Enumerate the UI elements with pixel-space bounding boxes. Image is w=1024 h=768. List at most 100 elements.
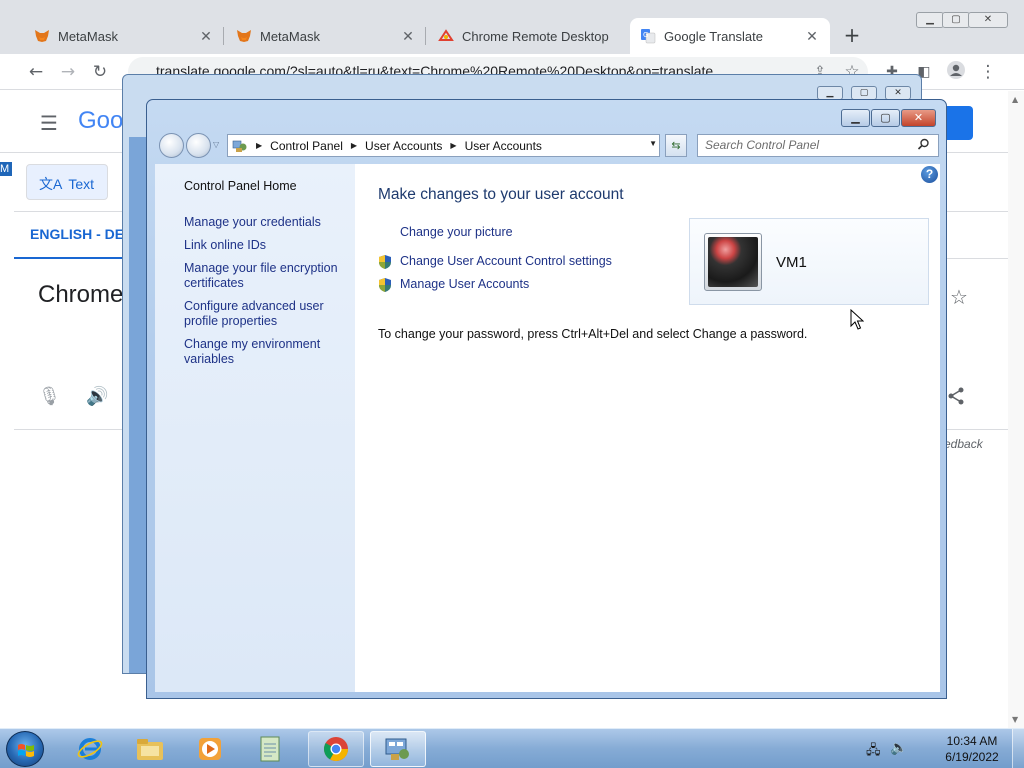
back-button[interactable] <box>159 133 184 158</box>
maximize-button[interactable]: ▢ <box>871 109 900 127</box>
tab-title: MetaMask <box>58 28 118 44</box>
translate-icon: 文A <box>39 176 63 192</box>
text-mode-tab[interactable]: 文A Text <box>26 164 108 200</box>
breadcrumb-user-accounts[interactable]: User Accounts <box>365 139 442 153</box>
tab-title: Chrome Remote Desktop <box>462 28 609 44</box>
system-clock[interactable]: 10:34 AM 6/19/2022 <box>930 733 1014 765</box>
send-feedback-link[interactable]: edback <box>944 437 983 451</box>
page-scrollbar[interactable]: ▲ ▼ <box>1008 91 1024 728</box>
reload-icon[interactable]: ↻ <box>88 60 112 84</box>
control-panel-icon <box>232 139 248 153</box>
help-icon[interactable]: ? <box>921 166 938 183</box>
close-icon[interactable]: ✕ <box>400 28 416 45</box>
chrome-remote-desktop-icon <box>438 28 454 44</box>
maximize-button[interactable]: ▢ <box>851 86 877 100</box>
user-name: VM1 <box>776 254 807 271</box>
breadcrumb-user-accounts-current[interactable]: User Accounts <box>465 139 542 153</box>
refresh-icon[interactable]: ⇆ <box>665 134 687 157</box>
notepad-icon[interactable] <box>242 731 298 767</box>
link-online-ids-link[interactable]: Link online IDs <box>184 238 349 253</box>
windows-explorer-icon[interactable] <box>122 731 178 767</box>
breadcrumb-control-panel[interactable]: Control Panel <box>270 139 343 153</box>
control-panel-window: ▁ ▢ ✕ ▽ ▶ Control Panel ▶ User Accounts … <box>146 99 947 699</box>
maximize-button[interactable]: ▢ <box>942 12 970 28</box>
save-star-icon[interactable]: ☆ <box>950 285 968 309</box>
minimize-button[interactable]: ▁ <box>841 109 870 127</box>
uac-shield-icon <box>379 278 391 292</box>
turntable-picture-icon <box>708 237 758 287</box>
tab-title: MetaMask <box>260 28 320 44</box>
control-panel-icon[interactable] <box>370 731 426 767</box>
scroll-down-icon[interactable]: ▼ <box>1012 715 1018 724</box>
media-player-icon[interactable] <box>182 731 238 767</box>
environment-variables-link[interactable]: Change my environment variables <box>184 337 349 367</box>
metamask-fox-icon <box>34 28 50 44</box>
speaker-icon[interactable]: 🔊 <box>86 386 108 407</box>
tab-google-translate[interactable]: G Google Translate ✕ <box>630 18 830 54</box>
taskbar: 🖧 🔈 10:34 AM 6/19/2022 <box>0 728 1024 768</box>
profile-avatar-icon[interactable] <box>944 60 968 84</box>
chevron-right-icon[interactable]: ▶ <box>450 141 456 150</box>
google-logo[interactable]: Goo <box>78 107 123 135</box>
back-arrow-icon[interactable]: ← <box>24 60 48 84</box>
new-tab-button[interactable]: + <box>840 24 864 48</box>
address-breadcrumb[interactable]: ▶ Control Panel ▶ User Accounts ▶ User A… <box>227 134 660 157</box>
metamask-fox-icon <box>236 28 252 44</box>
chevron-right-icon[interactable]: ▶ <box>351 141 357 150</box>
forward-button[interactable] <box>186 133 211 158</box>
tab-chrome-remote-desktop[interactable]: Chrome Remote Desktop <box>428 18 628 54</box>
svg-text:G: G <box>643 31 648 39</box>
close-button[interactable]: ✕ <box>968 12 1008 28</box>
source-text[interactable]: Chrome <box>38 281 123 309</box>
chevron-right-icon[interactable]: ▶ <box>256 141 262 150</box>
clock-date: 6/19/2022 <box>945 750 999 764</box>
forward-arrow-icon[interactable]: → <box>56 60 80 84</box>
avatar[interactable] <box>704 233 762 291</box>
control-panel-body: Control Panel Home Manage your credentia… <box>155 164 940 692</box>
source-language-tab[interactable]: ENGLISH - DET <box>30 226 133 242</box>
user-account-card: VM1 <box>689 218 929 305</box>
windows-logo-icon <box>18 744 34 757</box>
uac-shield-icon <box>379 255 391 269</box>
scroll-up-icon[interactable]: ▲ <box>1012 95 1018 104</box>
chrome-icon[interactable] <box>308 731 364 767</box>
change-picture-link[interactable]: Change your picture <box>400 225 513 239</box>
share-icon[interactable] <box>946 386 966 411</box>
page-title: Make changes to your user account <box>378 186 624 203</box>
manage-user-accounts-link[interactable]: Manage User Accounts <box>400 277 529 291</box>
tab-metamask-2[interactable]: MetaMask ✕ <box>226 18 426 54</box>
chevron-down-icon[interactable]: ▽ <box>213 140 219 149</box>
mouse-cursor-icon <box>850 309 864 330</box>
volume-icon[interactable]: 🔈 <box>890 740 907 756</box>
microphone-icon[interactable]: 🎙 <box>38 386 61 407</box>
hamburger-menu-icon[interactable]: ☰ <box>40 111 58 135</box>
password-instruction: To change your password, press Ctrl+Alt+… <box>378 327 808 341</box>
minimize-button[interactable]: ▁ <box>817 86 843 100</box>
close-icon[interactable]: ✕ <box>804 28 820 45</box>
clock-time: 10:34 AM <box>946 734 998 748</box>
tab-title: Google Translate <box>664 28 764 44</box>
close-button[interactable]: ✕ <box>885 86 911 100</box>
google-translate-icon: G <box>640 28 656 44</box>
minimize-button[interactable]: ▁ <box>916 12 944 28</box>
menu-kebab-icon[interactable]: ⋮ <box>976 60 1000 84</box>
manage-credentials-link[interactable]: Manage your credentials <box>184 215 349 230</box>
show-desktop-button[interactable] <box>1012 729 1024 768</box>
network-icon[interactable]: 🖧 <box>866 741 881 763</box>
advanced-profile-link[interactable]: Configure advanced user profile properti… <box>184 299 349 329</box>
change-uac-settings-link[interactable]: Change User Account Control settings <box>400 254 612 268</box>
close-icon[interactable]: ✕ <box>198 28 214 45</box>
tab-metamask-1[interactable]: MetaMask ✕ <box>24 18 224 54</box>
desktop-icon-fragment: M <box>0 162 12 176</box>
search-input[interactable]: Search Control Panel <box>697 134 939 157</box>
task-pane: Control Panel Home Manage your credentia… <box>155 164 355 692</box>
start-button[interactable] <box>6 731 44 767</box>
close-button[interactable]: ✕ <box>901 109 936 127</box>
control-panel-home-link[interactable]: Control Panel Home <box>184 179 349 194</box>
search-icon[interactable] <box>917 138 930 154</box>
main-content: ? Make changes to your user account Chan… <box>355 164 940 692</box>
active-tab-underline <box>14 257 130 259</box>
internet-explorer-icon[interactable] <box>62 731 118 767</box>
chevron-down-icon[interactable]: ▼ <box>649 139 657 148</box>
file-encryption-link[interactable]: Manage your file encryption certificates <box>184 261 349 291</box>
